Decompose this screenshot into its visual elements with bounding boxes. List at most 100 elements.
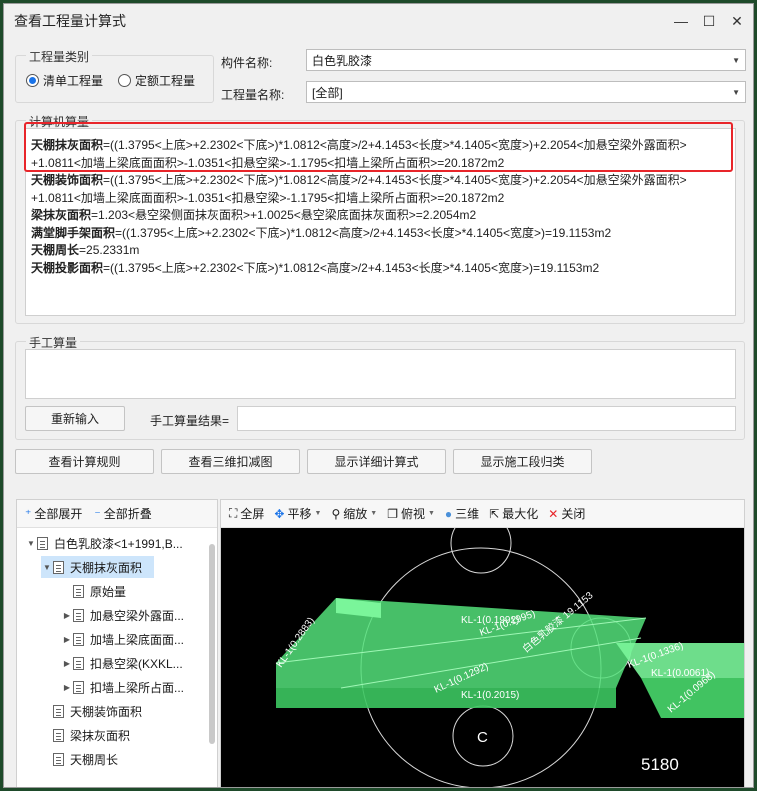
manual-calc-input[interactable] [25, 349, 736, 399]
expand-icon: ⁺ [25, 506, 32, 521]
tree-item-label: 原始量 [90, 584, 127, 599]
component-name-label: 构件名称: [221, 56, 273, 70]
tree-item[interactable]: ▶ 扣悬空梁(KXKL... [61, 652, 183, 674]
tree-item[interactable]: ▼ 白色乳胶漆<1+1991,B... [25, 532, 183, 554]
kl-label-bottom-b: KL-1(0.2015) [461, 690, 519, 701]
three-d-button[interactable]: ● 三维 [445, 505, 479, 522]
dialog-window: 查看工程量计算式 — ☐ ✕ 工程量类别 清单工程量 定额工程量 构件名称: 白… [3, 3, 754, 788]
document-icon [73, 608, 84, 622]
tree-item[interactable]: ▶ 加悬空梁外露面... [61, 604, 184, 626]
tree-item[interactable]: 天棚装饰面积 [41, 700, 142, 722]
calc-line: 天棚投影面积=((1.3795<上底>+2.2302<下底>)*1.0812<高… [31, 260, 600, 275]
collapse-all-button[interactable]: ⁻ 全部折叠 [94, 505, 151, 522]
zoom-icon: ⚲ [331, 506, 341, 521]
radio-bill-quantity[interactable]: 清单工程量 [26, 72, 103, 89]
close-icon: ✕ [548, 506, 559, 521]
tree-item[interactable]: 梁抹灰面积 [41, 724, 130, 746]
three-d-label: 三维 [455, 507, 480, 521]
pan-icon: ✥ [274, 506, 285, 521]
expand-all-button[interactable]: ⁺ 全部展开 [25, 505, 82, 522]
caret-right-icon[interactable]: ▶ [61, 683, 73, 692]
close-view-label: 关闭 [561, 507, 586, 521]
quantity-name-label: 工程量名称: [221, 88, 285, 102]
maximize-button[interactable]: ⇱ 最大化 [489, 505, 538, 522]
tree-panel: ⁺ 全部展开 ⁻ 全部折叠 ▼ 白色乳胶漆<1+1991,B... ▼ 天棚抹灰面积原… [16, 499, 218, 787]
collapse-all-label: 全部折叠 [103, 507, 152, 521]
tree-item-label: 白色乳胶漆<1+1991,B... [54, 536, 183, 551]
fullscreen-label: 全屏 [240, 507, 265, 521]
axis-bubble-top [450, 528, 512, 574]
close-icon[interactable]: ✕ [726, 10, 748, 32]
radio-quota-quantity[interactable]: 定额工程量 [118, 72, 195, 89]
window-title: 查看工程量计算式 [14, 13, 126, 29]
restore-icon[interactable]: ☐ [698, 10, 720, 32]
tree-scrollbar[interactable] [209, 544, 215, 744]
view-rules-button[interactable]: 查看计算规则 [15, 449, 154, 474]
top-view-label: 俯视 [400, 507, 425, 521]
chevron-down-icon: ▼ [370, 510, 378, 517]
tree-item-label: 加悬空梁外露面... [90, 608, 185, 623]
caret-down-icon[interactable]: ▼ [41, 563, 53, 572]
radio-label: 定额工程量 [135, 74, 196, 88]
cube-icon: ❐ [387, 506, 398, 521]
document-icon [73, 680, 84, 694]
document-icon [37, 536, 48, 550]
tree-toolbar: ⁺ 全部展开 ⁻ 全部折叠 [17, 500, 217, 528]
manual-result-field[interactable] [237, 406, 736, 431]
reenter-button[interactable]: 重新输入 [25, 406, 125, 431]
tree-item-label: 天棚抹灰面积 [70, 560, 143, 575]
tree-item-label: 梁抹灰面积 [70, 728, 131, 743]
calc-line: 梁抹灰面积=1.203<悬空梁侧面抹灰面积>+1.0025<悬空梁底面抹灰面积>… [31, 208, 477, 222]
maximize-label: 最大化 [502, 507, 539, 521]
quantity-name-value: [全部] [312, 85, 343, 100]
radio-unselected-icon [118, 74, 131, 87]
radio-label: 清单工程量 [43, 74, 104, 88]
chevron-down-icon: ▼ [427, 510, 435, 517]
document-icon [73, 632, 84, 646]
caret-right-icon[interactable]: ▶ [61, 611, 73, 620]
machine-calc-text[interactable]: 天棚抹灰面积=((1.3795<上底>+2.2302<下底>)*1.0812<高… [25, 128, 736, 316]
top-view-button[interactable]: ❐ 俯视 ▼ [387, 505, 435, 522]
caret-right-icon[interactable]: ▶ [61, 659, 73, 668]
calc-line: 天棚抹灰面积=((1.3795<上底>+2.2302<下底>)*1.0812<高… [31, 138, 687, 152]
calc-line: +1.0811<加墙上梁底面面积>-1.0351<扣悬空梁>-1.1795<扣墙… [31, 190, 505, 205]
show-detail-button[interactable]: 显示详细计算式 [307, 449, 446, 474]
tree-item[interactable]: 原始量 [61, 580, 126, 602]
caret-right-icon[interactable]: ▶ [61, 635, 73, 644]
category-group-label: 工程量类别 [26, 48, 93, 65]
chevron-down-icon: ▼ [732, 56, 740, 65]
chevron-down-icon: ▼ [314, 510, 322, 517]
maximize-icon: ⇱ [489, 506, 500, 521]
viewport-3d[interactable]: KL-1(0.2883) KL-1(0.1992) KL-1(0.1995) 白… [221, 528, 745, 788]
tree-item-label: 加墙上梁底面面... [90, 632, 185, 647]
pan-button[interactable]: ✥ 平移 ▼ [274, 505, 321, 522]
radio-selected-icon [26, 74, 39, 87]
fullscreen-button[interactable]: ⛶ 全屏 [229, 505, 264, 522]
view-panel: ⛶ 全屏 ✥ 平移 ▼ ⚲ 缩放 ▼ ❐ 俯视 ▼ ● 三维 ⇱ 最大化 ✕ 关闭 KL-1(0.2… [220, 499, 745, 788]
close-view-button[interactable]: ✕ 关闭 [548, 505, 585, 522]
show-stage-button[interactable]: 显示施工段归类 [453, 449, 592, 474]
tree-item-label: 扣悬空梁(KXKL... [90, 656, 183, 671]
tree-item[interactable]: ▶ 加墙上梁底面面... [61, 628, 184, 650]
minimize-icon[interactable]: — [670, 10, 692, 32]
zoom-button[interactable]: ⚲ 缩放 ▼ [331, 505, 377, 522]
calc-line: 天棚周长=25.2331m [31, 243, 140, 257]
tree-item-label: 天棚装饰面积 [70, 704, 143, 719]
component-name-select[interactable]: 白色乳胶漆 ▼ [306, 49, 746, 71]
quantity-name-select[interactable]: [全部] ▼ [306, 81, 746, 103]
collapse-icon: ⁻ [94, 506, 101, 521]
caret-down-icon[interactable]: ▼ [25, 539, 37, 548]
document-icon [53, 704, 64, 718]
view-toolbar: ⛶ 全屏 ✥ 平移 ▼ ⚲ 缩放 ▼ ❐ 俯视 ▼ ● 三维 ⇱ 最大化 ✕ 关闭 [221, 500, 744, 528]
sphere-icon: ● [444, 506, 453, 521]
expand-all-label: 全部展开 [34, 507, 83, 521]
tree-item[interactable]: 天棚周长 [41, 748, 118, 770]
dimension-label: 5180 [641, 755, 679, 774]
axis-c-label: C [477, 729, 488, 746]
fullscreen-icon: ⛶ [229, 506, 238, 520]
document-icon [73, 584, 84, 598]
tree-item[interactable]: ▼ 天棚抹灰面积 [41, 556, 155, 578]
view-3d-button[interactable]: 查看三维扣减图 [161, 449, 300, 474]
tree-item[interactable]: ▶ 扣墙上梁所占面... [61, 676, 184, 698]
title-bar[interactable]: 查看工程量计算式 [4, 4, 753, 38]
